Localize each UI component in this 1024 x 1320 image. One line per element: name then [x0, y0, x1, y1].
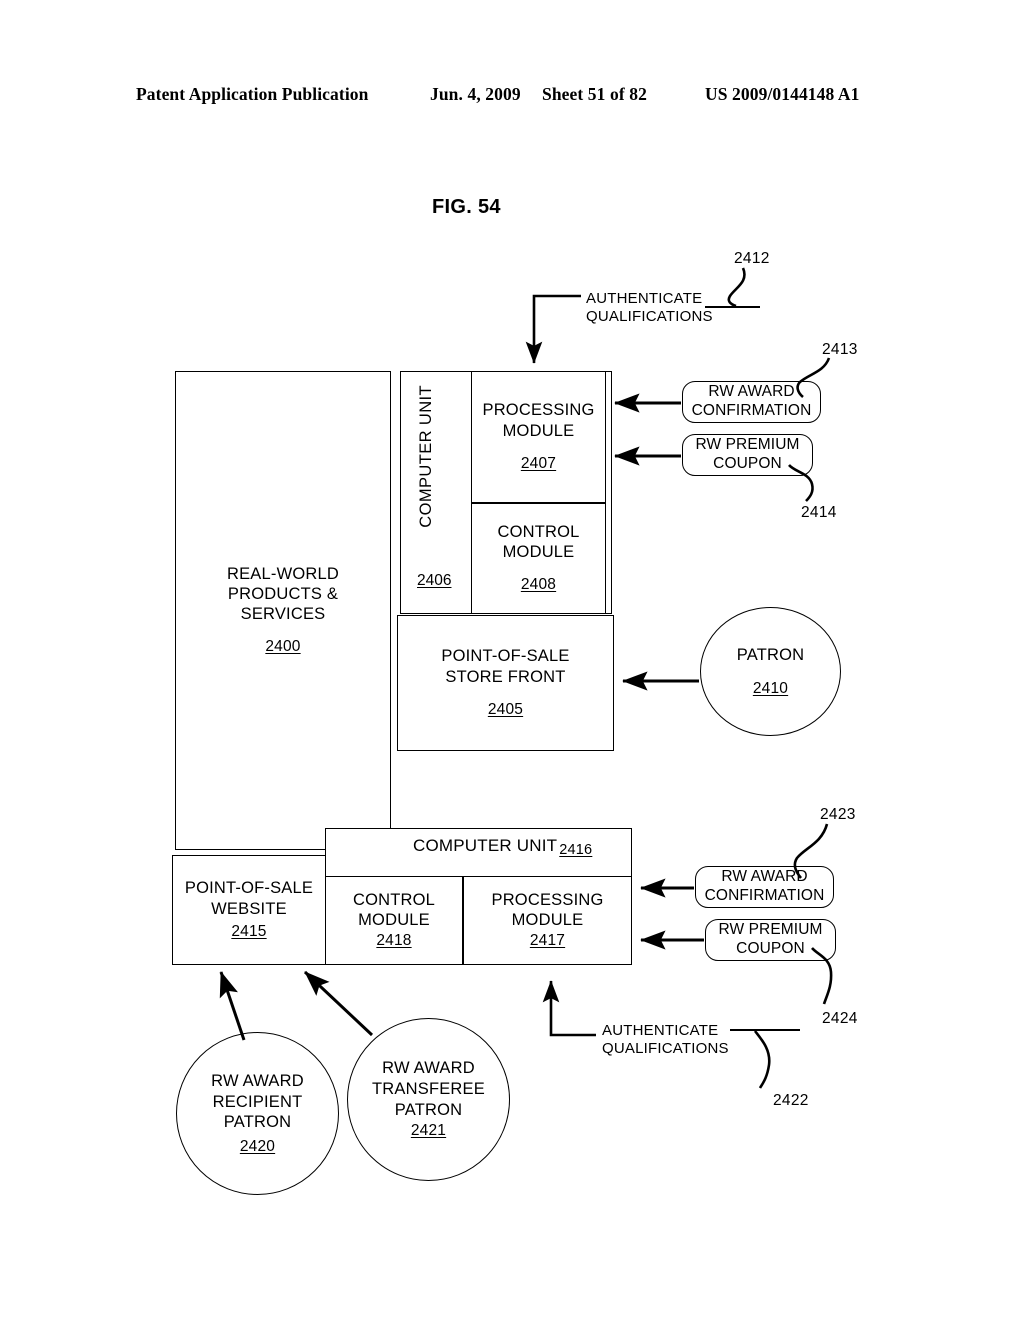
bottom-rw-premium-line2: COUPON	[736, 940, 805, 957]
ref-2422: 2422	[773, 1092, 809, 1109]
bottom-rw-award-conf-line2: CONFIRMATION	[704, 887, 825, 904]
transferee-patron-line2: TRANSFEREE	[372, 1080, 485, 1098]
top-processing-module-box[interactable]: PROCESSING MODULE 2407	[471, 371, 606, 503]
top-control-line1: CONTROL	[497, 522, 580, 541]
figure-54-diagram: AUTHENTICATE QUALIFICATIONS 2412 2413 24…	[0, 0, 1024, 1320]
ref-2410: 2410	[752, 680, 789, 698]
ref-2416: 2416	[559, 842, 593, 858]
real-world-line2: PRODUCTS &	[227, 584, 339, 603]
ref-2405: 2405	[487, 700, 524, 718]
top-control-line2: MODULE	[502, 543, 575, 562]
pos-website-box[interactable]: POINT-OF-SALE WEBSITE 2415	[172, 855, 326, 965]
bottom-authenticate-qualifications-label: AUTHENTICATE QUALIFICATIONS	[602, 1022, 729, 1058]
recipient-patron-line1: RW AWARD	[211, 1071, 304, 1090]
top-rw-award-conf-line2: CONFIRMATION	[691, 402, 812, 419]
top-rw-premium-coupon-box[interactable]: RW PREMIUM COUPON	[682, 434, 813, 476]
bottom-rw-award-conf-line1: RW AWARD	[721, 868, 808, 886]
ref-2412: 2412	[734, 250, 770, 267]
top-rw-premium-line2: COUPON	[713, 455, 782, 472]
top-processing-line2: MODULE	[502, 421, 575, 440]
pos-website-line1: POINT-OF-SALE	[184, 879, 314, 898]
bottom-computer-unit-label: COMPUTER UNIT	[413, 836, 558, 855]
pos-website-line2: WEBSITE	[211, 899, 287, 918]
bottom-authenticate-line1: AUTHENTICATE	[602, 1022, 719, 1039]
top-control-module-box[interactable]: CONTROL MODULE 2408	[471, 503, 606, 614]
pos-store-front-line2: STORE FRONT	[445, 667, 566, 686]
ref-2413: 2413	[822, 341, 858, 358]
top-computer-unit-label: COMPUTER UNIT	[417, 385, 435, 528]
pos-store-front-box[interactable]: POINT-OF-SALE STORE FRONT 2405	[397, 615, 614, 751]
top-authenticate-line1: AUTHENTICATE	[586, 290, 703, 307]
bottom-processing-line2: MODULE	[511, 911, 584, 930]
top-rw-award-conf-line1: RW AWARD	[708, 383, 795, 401]
top-rw-premium-line1: RW PREMIUM	[695, 436, 800, 454]
ref-2418: 2418	[376, 932, 412, 950]
ref-2415: 2415	[231, 922, 267, 940]
bottom-rw-award-confirmation-box[interactable]: RW AWARD CONFIRMATION	[695, 866, 834, 908]
transferee-patron-to-pos-website-arrow	[303, 970, 374, 1037]
bottom-rw-premium-coupon-box[interactable]: RW PREMIUM COUPON	[705, 919, 836, 961]
pos-store-front-line1: POINT-OF-SALE	[441, 647, 570, 666]
bottom-control-module-box[interactable]: CONTROL MODULE 2418	[325, 876, 463, 965]
bottom-control-line2: MODULE	[358, 911, 430, 930]
real-world-line3: SERVICES	[240, 605, 326, 624]
ref-2423: 2423	[820, 806, 856, 823]
ref-2421: 2421	[410, 1122, 447, 1140]
rw-award-transferee-patron-circle[interactable]: RW AWARD TRANSFEREE PATRON 2421	[347, 1018, 510, 1181]
recipient-patron-line2: RECIPIENT	[212, 1092, 303, 1111]
recipient-patron-to-pos-website-arrow	[219, 971, 246, 1041]
real-world-products-services-box[interactable]: REAL-WORLD PRODUCTS & SERVICES 2400	[175, 371, 391, 850]
top-authenticate-qualifications-label: AUTHENTICATE QUALIFICATIONS	[586, 290, 713, 326]
top-authenticate-line2: QUALIFICATIONS	[586, 308, 713, 325]
ref-2420: 2420	[239, 1137, 276, 1155]
transferee-patron-line1: RW AWARD	[382, 1059, 475, 1078]
ref-2417: 2417	[529, 932, 566, 950]
real-world-line1: REAL-WORLD	[226, 564, 339, 583]
ref-2407: 2407	[520, 454, 557, 472]
bottom-rw-premium-line1: RW PREMIUM	[718, 921, 823, 939]
bottom-control-line1: CONTROL	[352, 890, 436, 909]
top-processing-line1: PROCESSING	[482, 401, 595, 420]
patron-circle[interactable]: PATRON 2410	[700, 607, 841, 736]
ref-2424: 2424	[822, 1010, 858, 1027]
bottom-computer-unit-label-wrap: COMPUTER UNIT 2416	[413, 836, 592, 858]
ref-2400: 2400	[265, 638, 301, 656]
rw-award-recipient-patron-circle[interactable]: RW AWARD RECIPIENT PATRON 2420	[176, 1032, 339, 1195]
patron-label: PATRON	[736, 645, 805, 664]
transferee-patron-line3: PATRON	[394, 1100, 463, 1119]
recipient-patron-line3: PATRON	[223, 1113, 292, 1132]
ref-2408: 2408	[520, 576, 557, 594]
top-rw-award-confirmation-box[interactable]: RW AWARD CONFIRMATION	[682, 381, 821, 423]
bottom-authenticate-line2: QUALIFICATIONS	[602, 1040, 729, 1057]
bottom-processing-line1: PROCESSING	[491, 890, 604, 909]
ref-2406: 2406	[417, 572, 452, 589]
bottom-processing-module-box[interactable]: PROCESSING MODULE 2417	[463, 876, 632, 965]
ref-2414: 2414	[801, 504, 837, 521]
